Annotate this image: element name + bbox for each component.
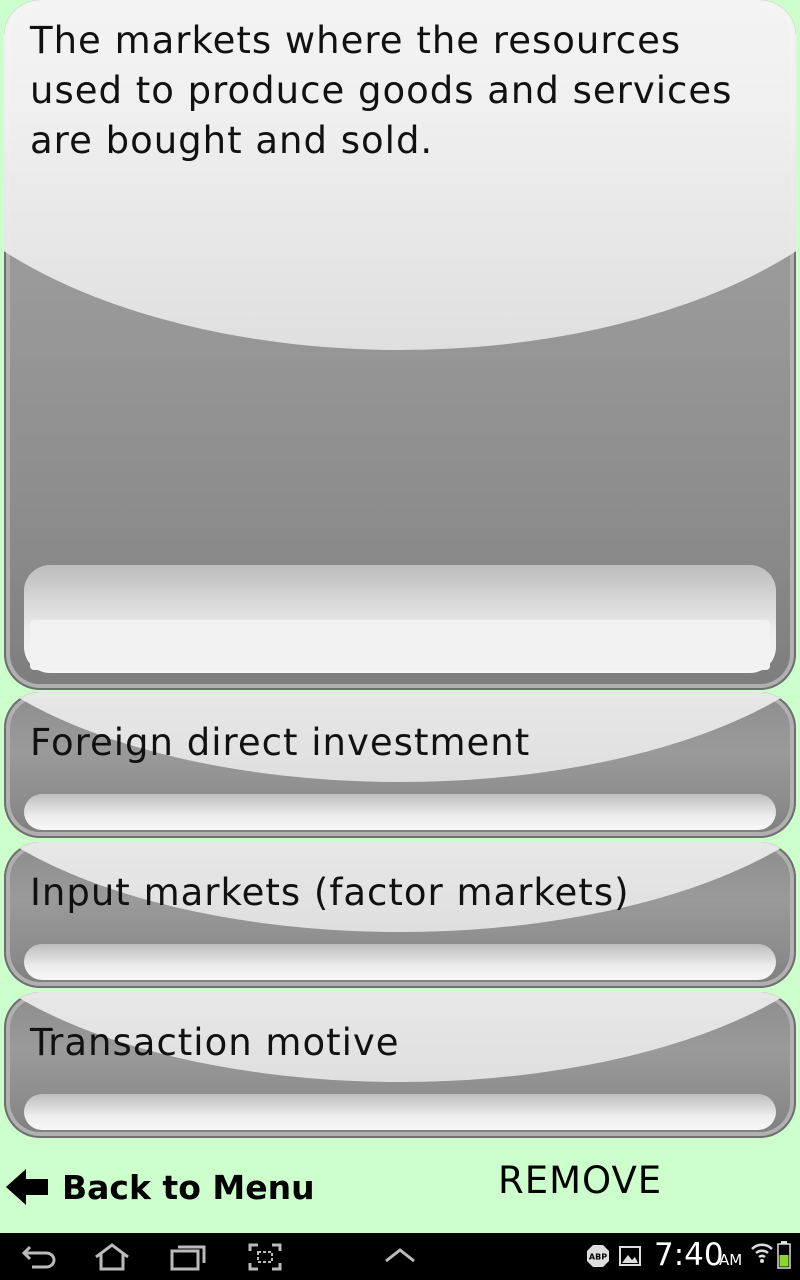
battery-icon (777, 1241, 791, 1269)
back-to-menu-label: Back to Menu (62, 1167, 315, 1207)
answer-label: Foreign direct investment (30, 721, 531, 764)
answer-button-1[interactable]: Foreign direct investment (4, 692, 796, 838)
card-base-panel (30, 620, 770, 670)
footer-bar: Back to Menu REMOVE (0, 1145, 800, 1233)
adblock-badge-text: ABP (589, 1253, 607, 1262)
battery-level-fill (779, 1255, 789, 1267)
nav-screenshot-icon[interactable] (248, 1243, 282, 1271)
question-card: The markets where the resources used to … (4, 0, 796, 690)
card-base (24, 1094, 776, 1130)
card-base (24, 794, 776, 830)
adblock-icon: ABP (587, 1245, 609, 1267)
question-text: The markets where the resources used to … (30, 19, 733, 162)
nav-recent-apps-icon[interactable] (170, 1243, 206, 1271)
answer-label: Input markets (factor markets) (30, 871, 630, 914)
answer-label: Transaction motive (30, 1021, 400, 1064)
status-clock: 7:40 (654, 1237, 724, 1273)
answer-button-2[interactable]: Input markets (factor markets) (4, 842, 796, 988)
back-arrow-icon (6, 1169, 48, 1205)
remove-button[interactable]: REMOVE (498, 1159, 662, 1202)
status-clock-ampm: AM (719, 1251, 743, 1269)
back-to-menu-button[interactable]: Back to Menu (6, 1163, 315, 1211)
answer-button-3[interactable]: Transaction motive (4, 992, 796, 1138)
nav-back-icon[interactable] (22, 1243, 56, 1269)
card-base (24, 944, 776, 980)
wifi-icon (751, 1243, 773, 1263)
nav-home-icon[interactable] (92, 1243, 132, 1271)
system-navigation-bar: ABP 7:40 AM (0, 1233, 800, 1280)
nav-chevron-up-icon[interactable] (384, 1247, 416, 1263)
image-icon (619, 1246, 641, 1266)
